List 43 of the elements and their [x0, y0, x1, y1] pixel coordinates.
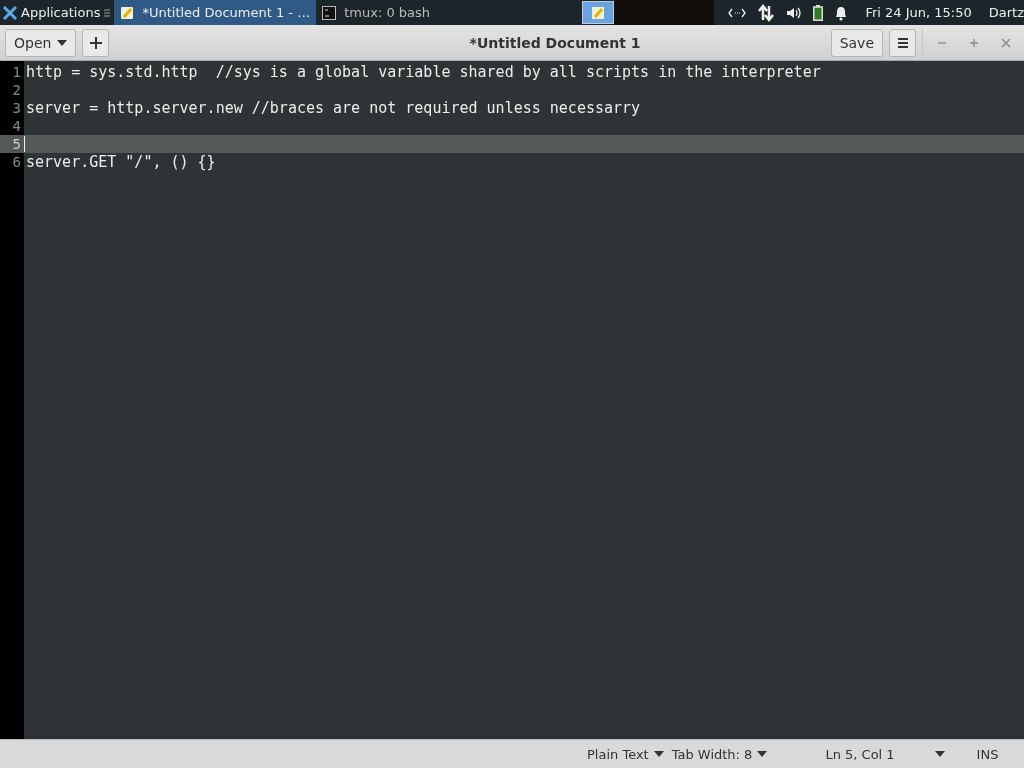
applications-menu[interactable]: Applications [0, 0, 115, 25]
new-tab-button[interactable] [82, 28, 110, 57]
language-dropdown[interactable]: Plain Text [583, 742, 668, 766]
battery-icon[interactable] [813, 4, 824, 21]
transfer-arrows-icon[interactable] [757, 3, 776, 22]
caret-icon [57, 39, 68, 46]
line-number: 4 [11, 118, 22, 134]
notepad-icon [120, 5, 135, 20]
clock[interactable]: Fri 24 Jun, 15:50 [865, 5, 972, 20]
caret-icon [934, 751, 945, 757]
user-name[interactable]: Dartz [988, 5, 1024, 20]
notepad-icon [591, 5, 606, 20]
menu-icon [896, 36, 909, 49]
menu-button[interactable] [889, 28, 916, 57]
close-icon[interactable] [1001, 37, 1011, 48]
insert-mode-label: INS [976, 746, 999, 762]
plus-icon [89, 36, 102, 49]
save-button[interactable]: Save [830, 28, 883, 57]
line-number: 6 [11, 154, 22, 170]
caret-icon [653, 751, 664, 757]
line-number: 2 [11, 82, 22, 98]
text-cursor [24, 136, 25, 152]
tab-width-dropdown[interactable]: Tab Width: 8 [667, 742, 772, 766]
menu-icon [104, 7, 111, 18]
code-line: server = http.server.new //braces are not required unless necessarry [26, 99, 641, 117]
x-logo-icon [3, 5, 17, 20]
line-number: 1 [11, 64, 22, 80]
terminal-icon [322, 5, 337, 20]
caret-icon [757, 751, 768, 757]
window-title: *Untitled Document 1 [468, 34, 642, 51]
code-line: server.GET "/", () {} [26, 153, 216, 171]
volume-icon[interactable] [786, 5, 803, 20]
bell-icon[interactable] [834, 4, 849, 21]
open-button[interactable]: Open [5, 28, 77, 57]
taskbar-window-button[interactable]: tmux: 0 bash [316, 0, 517, 25]
code-line: http = sys.std.http //sys is a global variable shared by all scripts in the interpreter [26, 63, 821, 81]
line-number: 5 [11, 136, 22, 152]
network-icon[interactable] [728, 7, 747, 18]
workspace-button[interactable] [582, 1, 615, 24]
line-number: 3 [11, 100, 22, 116]
applications-label[interactable]: Applications [21, 5, 101, 20]
taskbar-window-button[interactable]: *Untitled Document 1 - … [114, 0, 317, 25]
cursor-position-dropdown[interactable]: Ln 5, Col 1 [821, 742, 949, 766]
